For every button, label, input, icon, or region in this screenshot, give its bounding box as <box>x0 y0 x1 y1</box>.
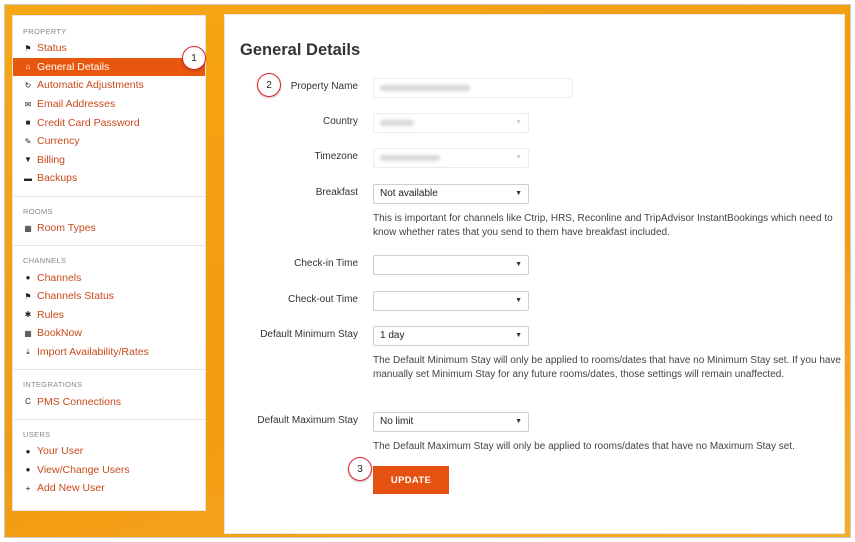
section-title-rooms: ROOMS <box>23 206 53 216</box>
divider <box>13 369 205 371</box>
sidebar-item-add-new-user[interactable]: + Add New User <box>13 479 205 498</box>
sidebar-item-status[interactable]: ⚑ Status <box>13 39 205 58</box>
sidebar-item-room-types[interactable]: ▦ Room Types <box>13 219 205 238</box>
refresh-icon: ↻ <box>24 80 32 90</box>
drive-icon: ▬ <box>24 173 32 183</box>
sidebar-item-credit-card-password[interactable]: ■ Credit Card Password <box>13 113 205 132</box>
property-name-input[interactable] <box>373 78 573 98</box>
divider <box>13 245 205 247</box>
sidebar-item-backups[interactable]: ▬ Backups <box>13 169 205 188</box>
country-row: Country ▼ <box>225 113 846 133</box>
max-stay-row: Default Maximum Stay No limit ▼ <box>225 412 846 432</box>
sidebar-item-general-details[interactable]: ⌂ General Details <box>13 57 205 77</box>
sidebar-item-billing[interactable]: ▼ Billing <box>13 151 205 170</box>
timezone-row: Timezone ▼ <box>225 148 846 168</box>
page-title: General Details <box>240 41 361 59</box>
edit-icon: ✎ <box>24 136 32 146</box>
app-window: PROPERTY ⚑ Status ⌂ General Details ↻ Autom… <box>4 4 851 538</box>
sidebar-nav: PROPERTY ⚑ Status ⌂ General Details ↻ Autom… <box>12 15 206 511</box>
min-stay-select[interactable]: 1 day ▼ <box>373 326 529 346</box>
min-stay-row: Default Minimum Stay 1 day ▼ <box>225 326 846 346</box>
sidebar-item-pms-connections[interactable]: C PMS Connections <box>13 392 205 411</box>
breakfast-help-text: This is important for channels like Ctri… <box>373 213 833 238</box>
step-badge-1: 1 <box>182 46 206 70</box>
plus-icon: + <box>25 483 31 493</box>
sidebar-item-rules[interactable]: ✱ Rules <box>13 306 205 325</box>
cart-icon: ▼ <box>24 155 32 165</box>
step-badge-3: 3 <box>348 457 372 481</box>
breakfast-row: Breakfast Not available ▼ <box>225 184 846 204</box>
max-stay-label: Default Maximum Stay <box>257 415 358 426</box>
divider <box>13 195 205 197</box>
redacted-text <box>380 85 470 91</box>
chevron-down-icon: ▼ <box>515 297 522 304</box>
section-title-users: USERS <box>23 429 51 439</box>
max-stay-select[interactable]: No limit ▼ <box>373 412 529 432</box>
chevron-down-icon: ▼ <box>515 418 522 425</box>
property-name-label: Property Name <box>290 81 358 92</box>
lock-icon: ■ <box>25 118 31 128</box>
timezone-label: Timezone <box>314 151 358 162</box>
user-icon: ● <box>25 465 31 475</box>
general-details-panel: General Details Property Name Country ▼ … <box>224 14 845 534</box>
chevron-down-icon: ▼ <box>515 190 522 197</box>
min-stay-label: Default Minimum Stay <box>260 329 358 340</box>
step-badge-2: 2 <box>257 73 281 97</box>
sidebar-item-your-user[interactable]: ● Your User <box>13 442 205 461</box>
redacted-text <box>380 120 414 126</box>
grid-icon: ▦ <box>24 328 32 338</box>
checkin-label: Check-in Time <box>294 258 358 269</box>
home-icon: ⌂ <box>25 62 31 72</box>
grid-icon: ▦ <box>24 223 32 233</box>
section-title-channels: CHANNELS <box>23 256 67 266</box>
checkin-row: Check-in Time ▼ <box>225 255 846 275</box>
chevron-down-icon: ▼ <box>515 119 522 126</box>
divider <box>13 418 205 420</box>
min-stay-help-text: The Default Minimum Stay will only be ap… <box>373 355 841 380</box>
chevron-down-icon: ▼ <box>515 154 522 161</box>
sidebar-item-email-addresses[interactable]: ✉ Email Addresses <box>13 95 205 114</box>
timezone-select[interactable]: ▼ <box>373 148 529 168</box>
checkout-row: Check-out Time ▼ <box>225 291 846 311</box>
sidebar-item-view-change-users[interactable]: ● View/Change Users <box>13 461 205 480</box>
property-name-row: Property Name <box>225 78 846 98</box>
section-title-property: PROPERTY <box>23 27 67 36</box>
sidebar-item-booknow[interactable]: ▦ BookNow <box>13 324 205 343</box>
country-label: Country <box>322 116 358 127</box>
country-select[interactable]: ▼ <box>373 113 529 133</box>
checkout-label: Check-out Time <box>287 294 358 305</box>
envelope-icon: ✉ <box>24 99 32 109</box>
chevron-down-icon: ▼ <box>515 332 522 339</box>
flag-icon: ⚑ <box>24 291 32 301</box>
max-stay-help-text: The Default Maximum Stay will only be ap… <box>373 441 795 452</box>
globe-icon: ● <box>25 273 31 283</box>
flag-icon: ⚑ <box>24 43 32 53</box>
sidebar-item-currency[interactable]: ✎ Currency <box>13 132 205 151</box>
sidebar-item-import-availability-rates[interactable]: ⤓ Import Availability/Rates <box>13 343 205 362</box>
checkin-select[interactable]: ▼ <box>373 255 529 275</box>
checkout-select[interactable]: ▼ <box>373 291 529 311</box>
sidebar-item-channels-status[interactable]: ⚑ Channels Status <box>13 287 205 306</box>
breakfast-select[interactable]: Not available ▼ <box>373 184 529 204</box>
update-button[interactable]: UPDATE <box>373 466 449 494</box>
sidebar-item-automatic-adjustments[interactable]: ↻ Automatic Adjustments <box>13 76 205 95</box>
redacted-text <box>380 155 440 161</box>
chevron-down-icon: ▼ <box>515 261 522 268</box>
download-icon: ⤓ <box>26 347 30 357</box>
breakfast-label: Breakfast <box>315 187 358 198</box>
section-title-integrations: INTEGRATIONS <box>23 380 83 390</box>
pms-icon: C <box>25 397 31 407</box>
sidebar-item-channels[interactable]: ● Channels <box>13 268 205 287</box>
user-icon: ● <box>25 446 31 456</box>
gear-icon: ✱ <box>24 310 32 320</box>
